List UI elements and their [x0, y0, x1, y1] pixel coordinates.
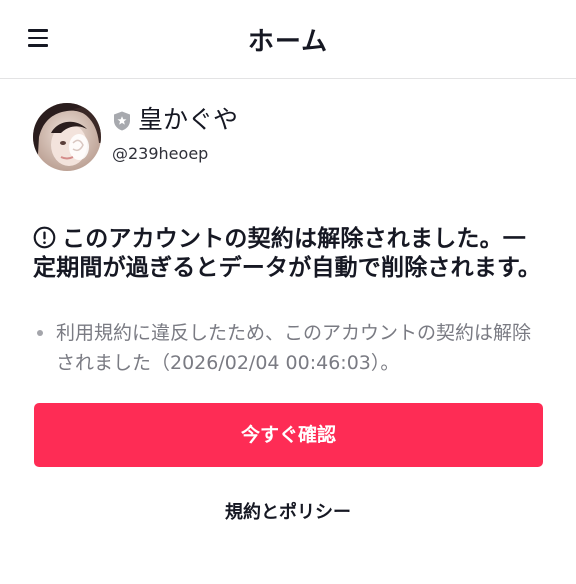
username-handle: @239heoep [112, 144, 209, 163]
shield-star-icon [114, 111, 130, 131]
top-bar: ホーム [0, 0, 576, 79]
avatar[interactable] [33, 103, 101, 171]
display-name: 皇かぐや [138, 105, 239, 134]
termination-reason: 利用規約に違反したため、このアカウントの契約は解除されました（2026/02/0… [37, 318, 545, 378]
page-title: ホーム [247, 27, 329, 57]
terms-and-policies-link[interactable]: 規約とポリシー [0, 498, 576, 524]
exclamation-circle-icon [33, 226, 56, 249]
bullet-dot [37, 330, 43, 336]
confirm-now-button[interactable]: 今すぐ確認 [34, 403, 543, 467]
notice-message: このアカウントの契約は解除されました。一定期間が過ぎるとデータが自動で削除されま… [33, 226, 542, 281]
termination-notice: このアカウントの契約は解除されました。一定期間が過ぎるとデータが自動で削除されま… [33, 225, 545, 283]
reason-text: 利用規約に違反したため、このアカウントの契約は解除されました（2026/02/0… [56, 322, 532, 374]
